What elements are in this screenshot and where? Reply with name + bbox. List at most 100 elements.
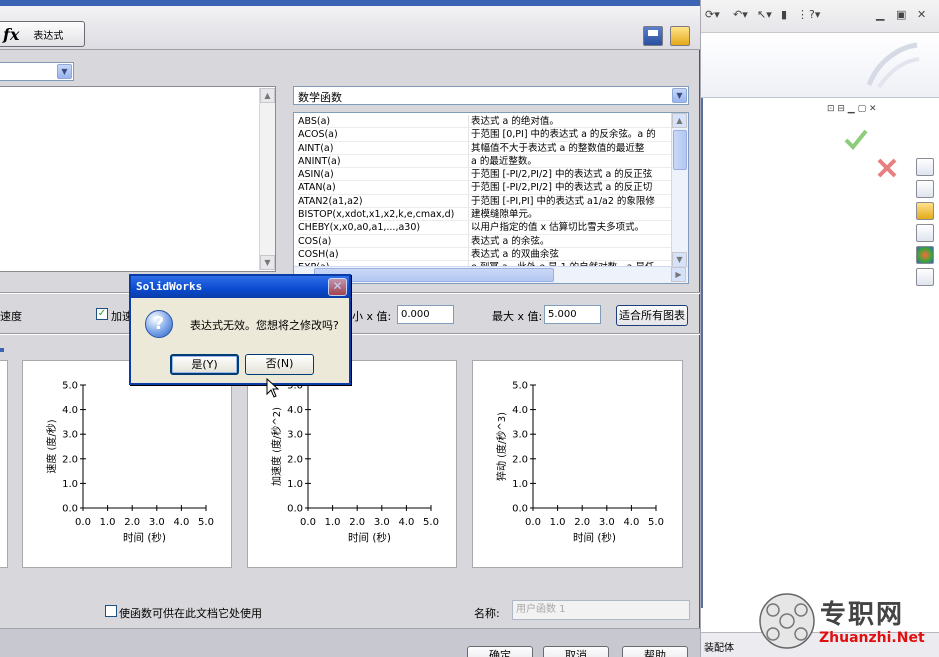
minimize-icon[interactable]: ▁ <box>876 8 884 21</box>
fit-all-charts-button[interactable]: 适合所有图表 <box>616 305 688 326</box>
y-tick-label: 1.0 <box>287 479 303 490</box>
accel-checkbox[interactable]: ✓ <box>96 308 108 320</box>
appearance-icon[interactable] <box>916 246 934 264</box>
velocity-label: 速度 <box>0 310 22 323</box>
no-button[interactable]: 否(N) <box>245 354 314 375</box>
function-description: 于范围 [-PI/2,PI/2] 中的表达式 a 的反正切 <box>468 181 671 194</box>
function-row[interactable]: ACOS(a) 于范围 [0,PI] 中的表达式 a 的反余弦。a 的 <box>298 128 671 142</box>
question-icon: ? <box>145 310 173 338</box>
property-manager-panel: ⊡ ⊟ ▁ ▢ ✕ <box>701 98 939 608</box>
function-row[interactable]: ANINT(a) a 的最近整数。 <box>298 154 671 169</box>
max-x-input[interactable]: 5.000 <box>544 305 601 324</box>
toolbar-separator-icon: ⋮ <box>797 8 808 21</box>
chevron-down-icon[interactable]: ▼ <box>672 88 687 103</box>
function-name: ATAN2(a1,a2) <box>298 195 363 207</box>
rebuild-icon[interactable]: ⟳▾ <box>705 8 720 21</box>
function-row[interactable]: ABS(a) 表达式 a 的绝对值。 <box>298 115 671 129</box>
x-tick-label: 0.0 <box>75 517 91 528</box>
red-x-icon[interactable] <box>875 156 899 180</box>
traffic-light-icon[interactable]: ▮ <box>781 8 787 21</box>
ok-button[interactable]: 确定 <box>467 646 533 657</box>
share-function-checkbox[interactable] <box>105 605 117 617</box>
function-row[interactable]: ATAN(a) 于范围 [-PI/2,PI/2] 中的表达式 a 的反正切 <box>298 181 671 195</box>
x-tick-label: 3.0 <box>149 517 165 528</box>
function-row[interactable]: CHEBY(x,x0,a0,a1,...,a30) 以用户指定的值 x 估算切比雪… <box>298 221 671 235</box>
close-icon[interactable]: ✕ <box>917 8 926 21</box>
panel-nav-icons[interactable]: ⊡ ⊟ ▁ ▢ ✕ <box>827 104 877 114</box>
function-category-value: 数学函数 <box>298 91 342 104</box>
help-icon[interactable]: ?▾ <box>809 8 820 21</box>
scroll-thumb[interactable] <box>673 130 687 170</box>
select-pointer-icon[interactable]: ↖▾ <box>757 8 772 21</box>
x-tick-label: 1.0 <box>550 517 566 528</box>
function-name: AINT(a) <box>298 142 334 154</box>
function-name: COS(a) <box>298 235 332 247</box>
scroll-up-icon[interactable]: ▲ <box>672 113 687 128</box>
x-tick-label: 4.0 <box>173 517 189 528</box>
close-icon[interactable]: ✕ <box>328 278 347 296</box>
y-axis-label: 加速度 (度/秒^2) <box>270 407 283 486</box>
help-button[interactable]: 帮助 <box>622 646 688 657</box>
function-list[interactable]: ABS(a) 表达式 a 的绝对值。 ACOS(a) 于范围 [0,PI] 中的表达式… <box>293 112 689 284</box>
home-icon[interactable] <box>916 158 934 176</box>
ds-logo-header <box>701 33 939 98</box>
chevron-down-icon[interactable]: ▼ <box>57 64 72 79</box>
design-library-icon[interactable] <box>916 180 934 198</box>
message-text: 表达式无效。您想将之修改吗? <box>190 319 339 332</box>
function-name: ANINT(a) <box>298 155 341 167</box>
ds-logo-icon <box>866 42 920 89</box>
function-description: 以用户指定的值 x 估算切比雪夫多项式。 <box>468 221 671 234</box>
scroll-right-icon[interactable]: ▶ <box>671 267 686 282</box>
fx-icon: fx <box>3 24 20 44</box>
function-category-select[interactable]: 数学函数 ▼ <box>293 86 689 105</box>
jerk-plot: 0.0 1.0 2.0 3.0 4.0 5.0 0.0 1.0 2.0 3.0 4.0 5.0 时间 (… <box>472 360 683 568</box>
y-axis-label: 猝动 (度/秒^3) <box>495 412 508 481</box>
x-tick-label: 2.0 <box>124 517 140 528</box>
function-row[interactable]: ATAN2(a1,a2) 于范围 [-PI,PI] 中的表达式 a1/a2 的象限… <box>298 194 671 209</box>
function-description: a 的最近整数。 <box>468 154 671 168</box>
view-palette-icon[interactable] <box>916 224 934 242</box>
function-row[interactable]: ASIN(a) 于范围 [-PI/2,PI/2] 中的表达式 a 的反正弦 <box>298 168 671 182</box>
y-tick-label: 1.0 <box>62 479 78 490</box>
folder-icon[interactable] <box>916 202 934 220</box>
function-name: BISTOP(x,xdot,x1,x2,k,e,cmax,d) <box>298 209 455 221</box>
function-description: 表达式 a 的双曲余弦 <box>468 247 671 261</box>
watermark: 专职网 Zhuanzhi.Net <box>757 590 939 657</box>
y-tick-label: 1.0 <box>512 479 528 490</box>
jerk-chart: 0.0 1.0 2.0 3.0 4.0 5.0 0.0 1.0 2.0 3.0 4.0 5.0 时间 (… <box>495 381 664 545</box>
undo-icon[interactable]: ↶▾ <box>733 8 748 21</box>
custom-properties-icon[interactable] <box>916 268 934 286</box>
y-tick-label: 2.0 <box>62 454 78 465</box>
function-row[interactable]: AINT(a) 其幅值不大于表达式 a 的整数值的最近整 <box>298 141 671 155</box>
expression-scrollbar[interactable]: ▲ ▼ <box>259 88 275 270</box>
cancel-button[interactable]: 取消 <box>543 646 609 657</box>
expression-input[interactable] <box>0 86 276 272</box>
function-row[interactable]: BISTOP(x,xdot,x1,x2,k,e,cmax,d) 建模缝隙单元。 <box>298 208 671 222</box>
expression-mode-button[interactable]: fx 表达式 <box>0 21 85 47</box>
save-icon[interactable] <box>643 26 663 46</box>
green-check-icon[interactable] <box>843 128 869 150</box>
function-name: COSH(a) <box>298 248 339 260</box>
x-tick-label: 3.0 <box>374 517 390 528</box>
yes-button[interactable]: 是(Y) <box>170 354 239 375</box>
min-x-input[interactable]: 0.000 <box>397 305 454 324</box>
y-tick-label: 5.0 <box>62 381 78 392</box>
variable-combo[interactable]: ▼ <box>0 62 74 81</box>
function-row[interactable]: COSH(a) 表达式 a 的双曲余弦 <box>298 247 671 262</box>
y-tick-label: 0.0 <box>287 504 303 515</box>
mouse-cursor-icon <box>266 378 280 398</box>
function-name: ACOS(a) <box>298 129 338 141</box>
pane-marker <box>0 348 4 352</box>
scroll-down-icon[interactable]: ▼ <box>672 252 687 267</box>
restore-icon[interactable]: ▣ <box>896 8 906 21</box>
function-list-vscrollbar[interactable]: ▲ ▼ <box>671 113 688 267</box>
scroll-up-icon[interactable]: ▲ <box>260 88 275 103</box>
scroll-down-icon[interactable]: ▼ <box>260 255 275 270</box>
open-folder-icon[interactable] <box>670 26 690 46</box>
x-tick-label: 2.0 <box>574 517 590 528</box>
function-name-input[interactable]: 用户函数 1 <box>512 600 690 620</box>
x-tick-label: 0.0 <box>300 517 316 528</box>
function-list-hscrollbar[interactable]: ▶ <box>294 266 688 283</box>
function-row[interactable]: COS(a) 表达式 a 的余弦。 <box>298 234 671 248</box>
plot-panel-partial <box>0 360 8 568</box>
